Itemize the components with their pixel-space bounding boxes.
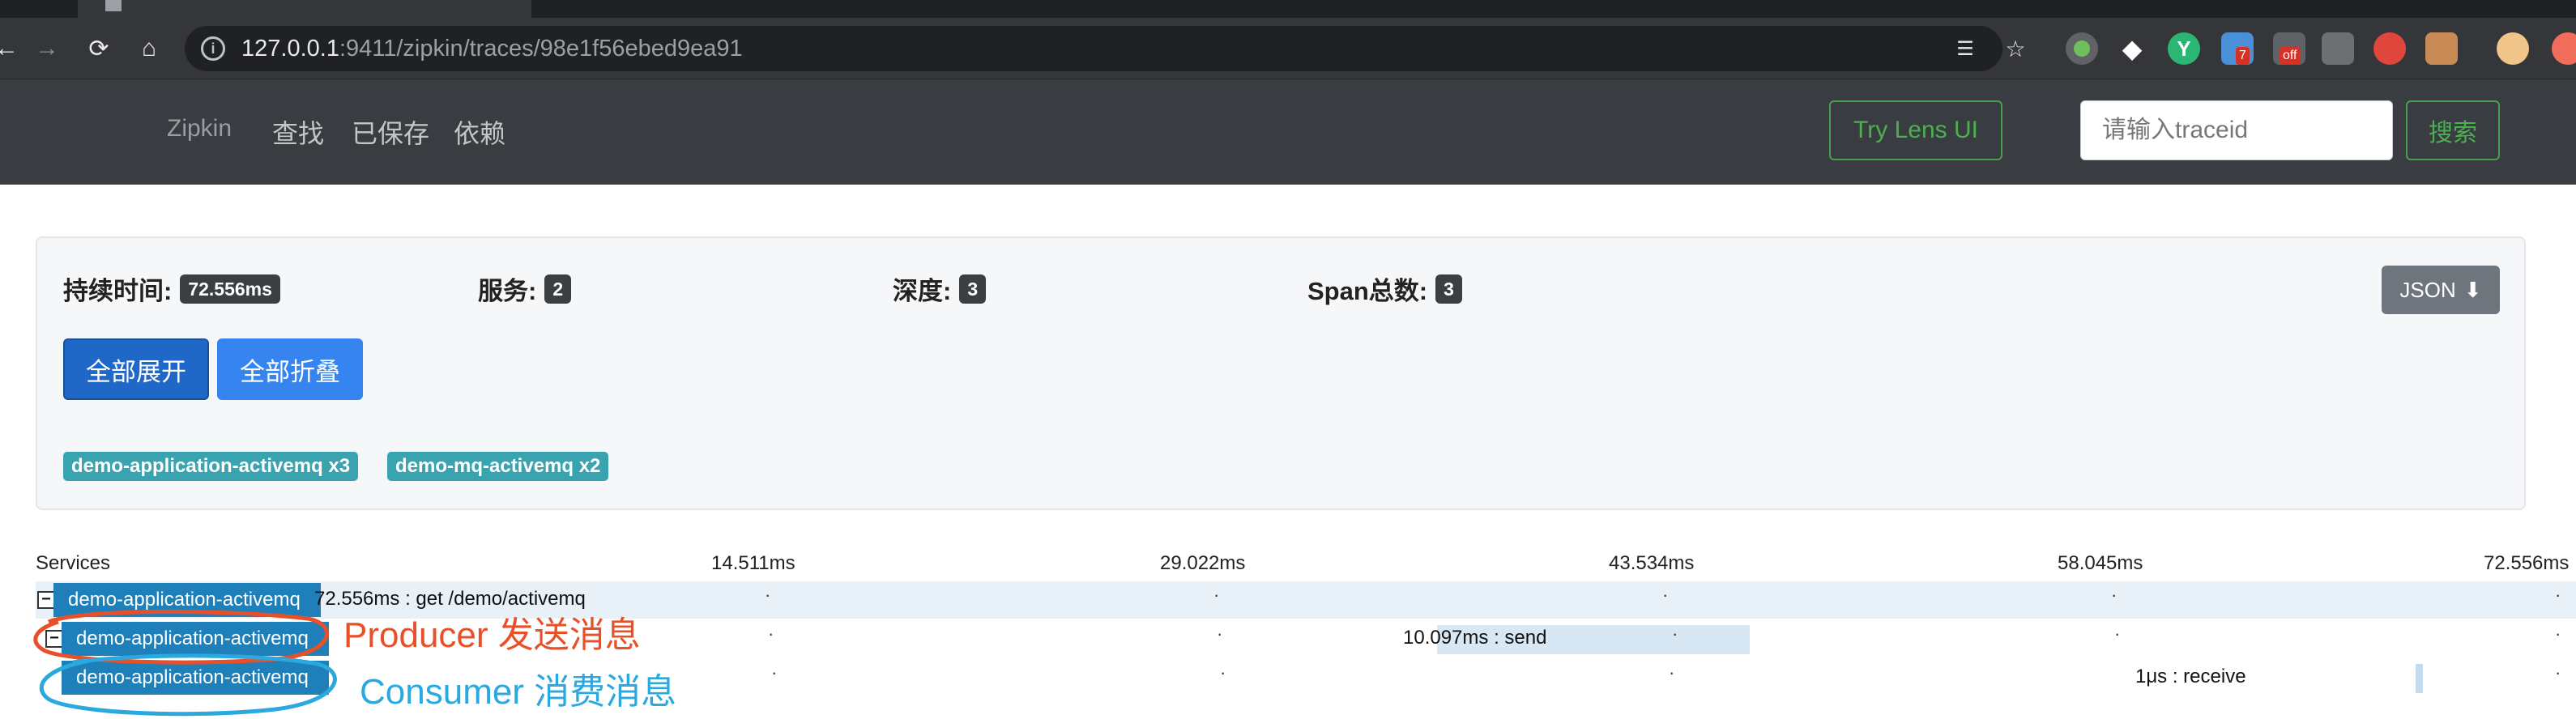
y-extension-icon[interactable]: Y (2168, 32, 2200, 65)
service-tag-mq[interactable]: demo-mq-activemq x2 (387, 452, 609, 481)
services-label: 服务: (478, 277, 537, 305)
tick-marker: · (2555, 662, 2561, 683)
nav-link-dependencies[interactable]: 依赖 (454, 113, 505, 151)
home-extension-icon[interactable] (2552, 32, 2576, 65)
tick-marker: · (765, 585, 771, 605)
depth-label: 深度: (893, 277, 952, 305)
extension-icon-1[interactable] (2066, 32, 2098, 65)
duration-badge: 72.556ms (180, 274, 280, 304)
consumer-annotation-label: Consumer 消费消息 (360, 672, 677, 712)
span-label: 1μs : receive (2135, 666, 2246, 687)
extension-badge-count: 7 (2236, 47, 2250, 65)
browser-active-tab[interactable] (78, 0, 531, 18)
profile-avatar[interactable] (2497, 32, 2529, 65)
span-service-name: demo-application-activemq (62, 622, 329, 656)
span-label: 10.097ms : send (1403, 627, 1547, 649)
duration-label: 持续时间: (63, 277, 173, 305)
bottle-extension-icon[interactable] (2322, 32, 2354, 65)
tick-label: 72.556ms (2484, 552, 2570, 574)
json-button-label: JSON (2399, 277, 2456, 302)
tick-marker: · (2111, 585, 2118, 605)
tick-marker: · (1217, 623, 1223, 644)
red-extension-icon[interactable] (2373, 32, 2406, 65)
json-download-button[interactable]: JSON ⬇ (2382, 266, 2500, 314)
span-count-badge: 3 (1435, 274, 1462, 304)
site-info-icon[interactable]: i (201, 36, 225, 61)
tick-label: 58.045ms (2058, 552, 2143, 574)
nav-link-find[interactable]: 查找 (272, 113, 324, 151)
tick-marker: · (1662, 585, 1669, 605)
expand-all-button[interactable]: 全部展开 (63, 338, 209, 400)
reload-icon[interactable]: ⟳ (81, 31, 117, 66)
tick-marker: · (2114, 623, 2121, 644)
nav-link-saved[interactable]: 已保存 (352, 113, 429, 151)
span-count-label: Span总数: (1307, 277, 1428, 305)
download-icon: ⬇ (2463, 277, 2482, 302)
tick-label: 14.511ms (711, 552, 795, 574)
producer-annotation-label: Producer 发送消息 (343, 615, 641, 655)
span-count-stat: Span总数: 3 (1307, 270, 1462, 307)
try-lens-ui-button[interactable]: Try Lens UI (1829, 100, 2002, 160)
zipkin-navbar: Zipkin 查找 已保存 依赖 Try Lens UI 搜索 (0, 79, 2576, 185)
traceid-input[interactable] (2080, 100, 2393, 160)
back-arrow-icon[interactable]: ← (0, 31, 24, 66)
browser-toolbar: ← → ⟳ ⌂ i 127.0.0.1:9411/zipkin/traces/9… (0, 18, 2576, 79)
reader-mode-icon[interactable]: ☰ (1951, 34, 1980, 63)
span-service-name: demo-application-activemq (62, 661, 329, 695)
forward-arrow-icon[interactable]: → (29, 31, 65, 66)
collapse-toggle-icon[interactable]: − (37, 591, 55, 609)
span-service-name: demo-application-activemq (53, 583, 321, 617)
tick-label: 29.022ms (1160, 552, 1246, 574)
tick-marker: · (771, 662, 778, 683)
services-column-header: Services (36, 552, 111, 574)
address-url[interactable]: 127.0.0.1:9411/zipkin/traces/98e1f56ebed… (241, 36, 743, 62)
diamond-extension-icon[interactable]: ◆ (2116, 32, 2148, 65)
tick-marker: · (1220, 662, 1226, 683)
tab-favicon-icon (105, 0, 122, 11)
bookmark-star-icon[interactable]: ☆ (2001, 34, 2030, 63)
tick-marker: · (2555, 585, 2561, 605)
home-icon[interactable]: ⌂ (131, 31, 167, 66)
duration-stat: 持续时间: 72.556ms (63, 270, 280, 307)
browser-tab-strip (0, 0, 2576, 18)
depth-stat: 深度: 3 (893, 270, 987, 307)
collapse-all-button[interactable]: 全部折叠 (217, 338, 363, 400)
span-duration-bar (2416, 664, 2423, 693)
timeline-header: Services 14.511ms 29.022ms 43.534ms 58.0… (0, 544, 2576, 576)
tick-marker: · (1213, 585, 1220, 605)
extension-badge-off: off (2280, 47, 2301, 65)
tick-marker: · (768, 623, 774, 644)
tick-marker: · (2555, 623, 2561, 644)
services-badge: 2 (544, 274, 572, 304)
tick-label: 43.534ms (1609, 552, 1695, 574)
depth-badge: 3 (959, 274, 987, 304)
trace-summary-panel: 持续时间: 72.556ms 服务: 2 深度: 3 Span总数: 3 JSO… (36, 236, 2526, 510)
person-extension-icon[interactable] (2425, 32, 2458, 65)
tick-marker: · (1672, 623, 1678, 644)
service-tag-application[interactable]: demo-application-activemq x3 (63, 452, 359, 481)
tick-marker: · (1669, 662, 1675, 683)
services-stat: 服务: 2 (478, 270, 572, 307)
search-button[interactable]: 搜索 (2406, 100, 2500, 160)
collapse-toggle-icon[interactable]: − (45, 630, 63, 648)
zipkin-brand[interactable]: Zipkin (167, 115, 232, 143)
address-bar[interactable]: i 127.0.0.1:9411/zipkin/traces/98e1f56eb… (185, 26, 2026, 71)
